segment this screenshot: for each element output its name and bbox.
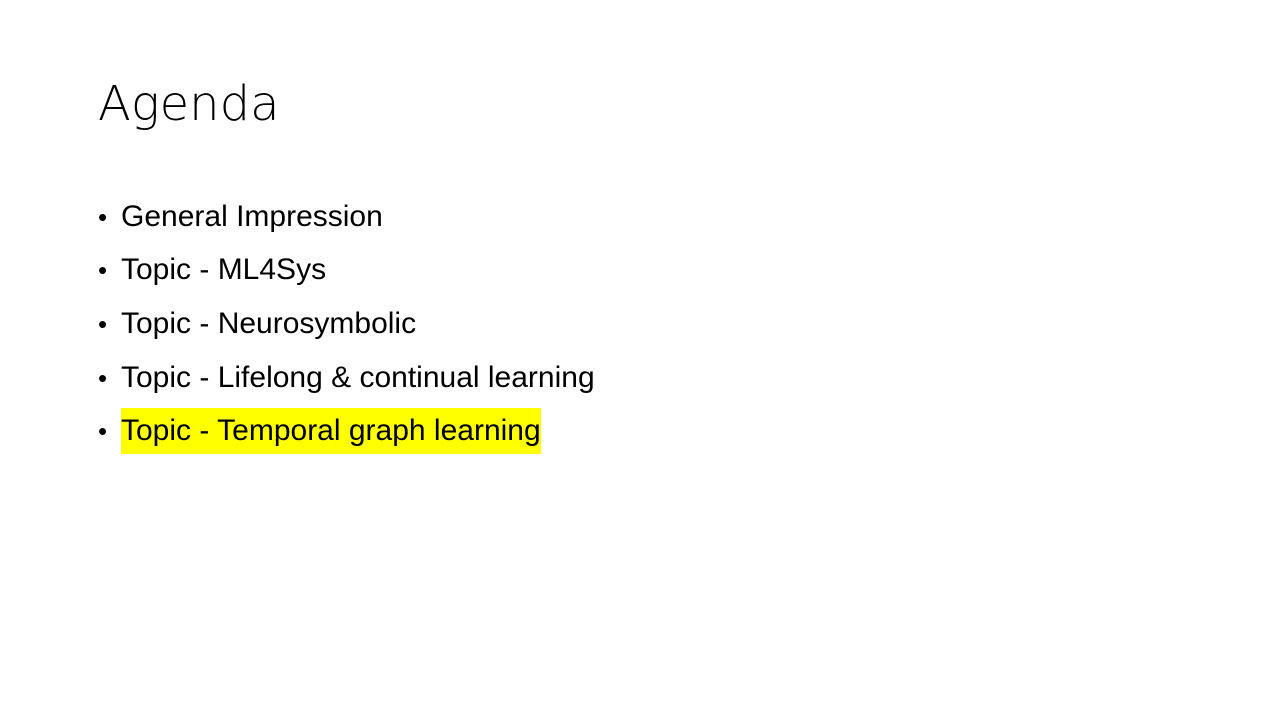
list-item: • General Impression xyxy=(98,190,595,244)
list-item: • Topic - ML4Sys xyxy=(98,244,595,298)
list-item-text: Topic - Neurosymbolic xyxy=(121,306,417,340)
list-item-highlighted: • Topic - Temporal graph learning xyxy=(98,404,595,458)
list-item-text: General Impression xyxy=(121,199,383,233)
slide: Agenda • General Impression • Topic - ML… xyxy=(0,0,1280,720)
bullet-icon: • xyxy=(98,201,108,232)
bullet-icon: • xyxy=(98,362,108,393)
list-item-text: Topic - ML4Sys xyxy=(121,253,327,287)
agenda-list: • General Impression • Topic - ML4Sys • … xyxy=(98,190,595,458)
list-item: • Topic - Lifelong & continual learning xyxy=(98,351,595,405)
list-item: • Topic - Neurosymbolic xyxy=(98,297,595,351)
slide-title: Agenda xyxy=(98,76,280,132)
list-item-text: Topic - Lifelong & continual learning xyxy=(121,360,595,394)
bullet-icon: • xyxy=(98,308,108,339)
bullet-icon: • xyxy=(98,416,108,447)
highlighted-list-item-text: Topic - Temporal graph learning xyxy=(121,408,541,455)
bullet-icon: • xyxy=(98,255,108,286)
